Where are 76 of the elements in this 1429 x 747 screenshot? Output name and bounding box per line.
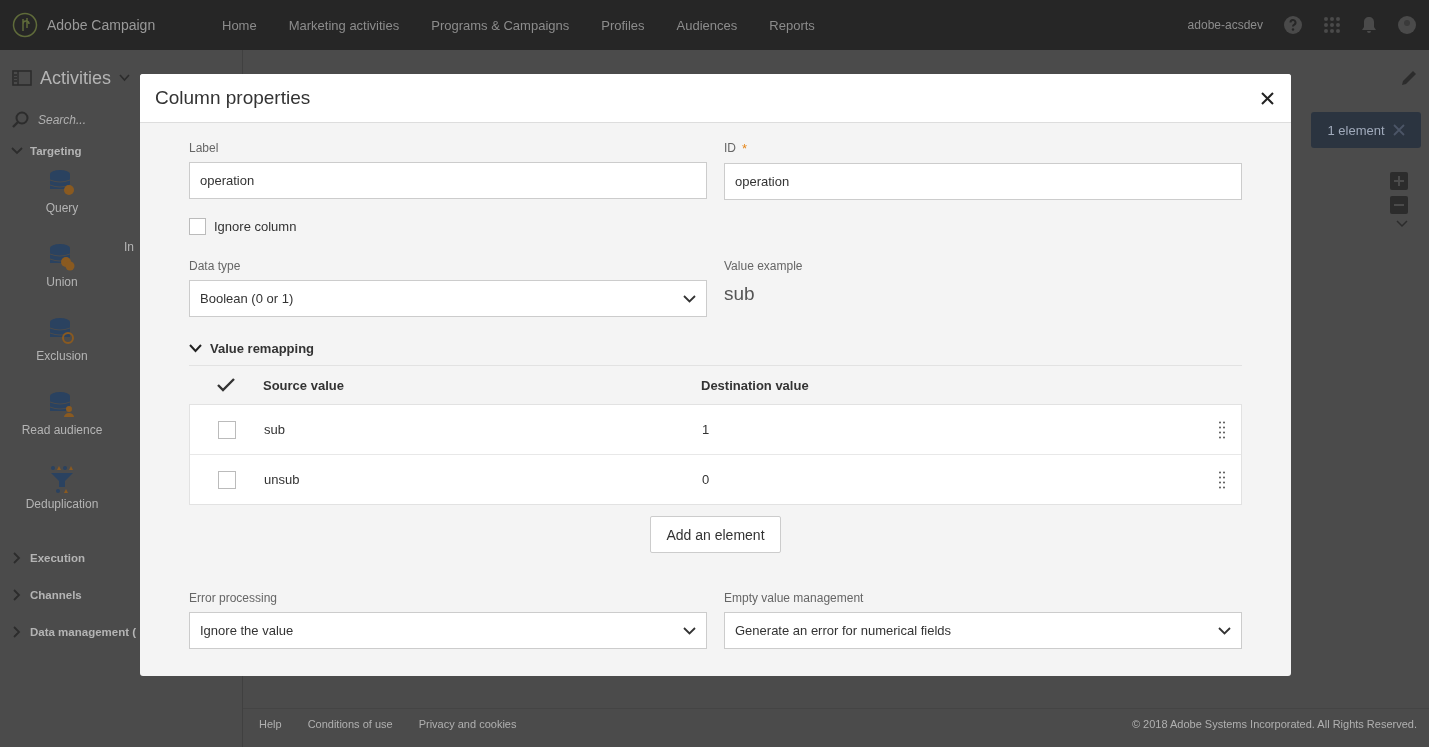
pencil-icon[interactable]	[1399, 68, 1419, 88]
chevron-icon	[11, 145, 23, 156]
search-field[interactable]: Search...	[36, 112, 160, 128]
activity-item[interactable]: Query	[12, 169, 112, 243]
chevron-icon	[12, 588, 22, 601]
activity-item[interactable]: Deduplication	[12, 465, 112, 539]
activity-item[interactable]: Union	[12, 243, 112, 317]
chevron-down-icon[interactable]	[1396, 220, 1408, 228]
nav-link[interactable]: Home	[222, 17, 257, 33]
label-field[interactable]: operation	[189, 162, 707, 199]
table-cell: 1	[702, 422, 710, 437]
check-all-icon[interactable]	[217, 378, 235, 392]
sidebar-title[interactable]: Activities	[40, 67, 111, 89]
column-header: Destination value	[701, 377, 809, 393]
copyright-text: © 2018 Adobe Systems Incorporated. All Rights Reserved.	[1131, 718, 1417, 730]
footer-link[interactable]: Conditions of use	[307, 718, 393, 730]
field-label: Value example	[724, 259, 804, 273]
nav-link[interactable]: Audiences	[676, 17, 738, 33]
table-cell: 0	[702, 472, 710, 487]
required-mark: *	[742, 141, 748, 156]
chevron-icon	[12, 625, 22, 638]
column-header: Source value	[263, 377, 345, 393]
caret-icon	[1218, 626, 1231, 635]
activity-item[interactable]: Exclusion	[12, 317, 112, 391]
nav-link[interactable]: Programs & Campaigns	[431, 17, 570, 33]
footer-link[interactable]: Help	[259, 718, 282, 730]
drag-handle-icon[interactable]	[1219, 420, 1225, 439]
zoom-in-icon[interactable]	[1390, 172, 1408, 190]
user-name[interactable]: adobe-acsdev	[1187, 18, 1263, 32]
nav-link[interactable]: Marketing activities	[288, 17, 400, 33]
value-example: sub	[724, 283, 756, 305]
row-checkbox[interactable]	[218, 420, 236, 439]
checkbox-label[interactable]: Ignore column	[214, 219, 297, 234]
zoom-out-icon[interactable]	[1390, 196, 1408, 214]
database-icon	[49, 243, 75, 271]
search-icon	[12, 111, 30, 129]
id-field[interactable]: operation	[724, 163, 1242, 200]
add-element-button[interactable]: Add an element	[650, 516, 781, 553]
database-person-icon	[49, 391, 75, 419]
chevron-icon	[12, 551, 22, 564]
activity-item[interactable]: Read audience	[12, 391, 112, 465]
close-icon[interactable]	[1259, 89, 1276, 107]
error-processing-dropdown[interactable]: Ignore the value	[189, 612, 707, 649]
field-label: Data type	[189, 259, 242, 273]
category-header[interactable]: Execution	[12, 539, 242, 576]
apps-grid-icon[interactable]	[1323, 16, 1341, 34]
row-checkbox[interactable]	[218, 470, 236, 489]
funnel-icon	[49, 465, 75, 493]
nav-link[interactable]: Reports	[769, 17, 815, 33]
nav-link[interactable]: Profiles	[601, 17, 645, 33]
avatar-icon[interactable]	[1397, 15, 1417, 35]
empty-value-dropdown[interactable]: Generate an error for numerical fields	[724, 612, 1242, 649]
logo-icon	[12, 12, 38, 38]
field-label: ID	[724, 141, 736, 156]
field-label: Error processing	[189, 591, 279, 605]
data-type-dropdown[interactable]: Boolean (0 or 1)	[189, 280, 707, 317]
bell-icon[interactable]	[1361, 16, 1377, 34]
field-label: Label	[189, 141, 220, 155]
panel-icon[interactable]	[12, 70, 32, 86]
database-icon	[49, 169, 75, 197]
section-toggle[interactable]: Value remapping	[189, 335, 1242, 366]
field-label: Empty value management	[724, 591, 865, 605]
caret-icon	[683, 294, 696, 303]
footer-link[interactable]: Privacy and cookies	[418, 718, 517, 730]
help-icon[interactable]	[1283, 15, 1303, 35]
dialog-title: Column properties	[155, 87, 311, 109]
activity-label[interactable]: In	[124, 240, 134, 254]
table-cell-text: unsub	[264, 472, 301, 487]
table-cell-text: sub	[264, 422, 286, 437]
selection-badge[interactable]: 1 element	[1311, 112, 1421, 148]
chevron-down-icon[interactable]	[119, 74, 130, 82]
database-icon	[49, 317, 75, 345]
caret-icon	[683, 626, 696, 635]
brand-name: Adobe Campaign	[47, 17, 156, 33]
drag-handle-icon[interactable]	[1219, 470, 1225, 489]
checkbox[interactable]	[189, 218, 206, 235]
